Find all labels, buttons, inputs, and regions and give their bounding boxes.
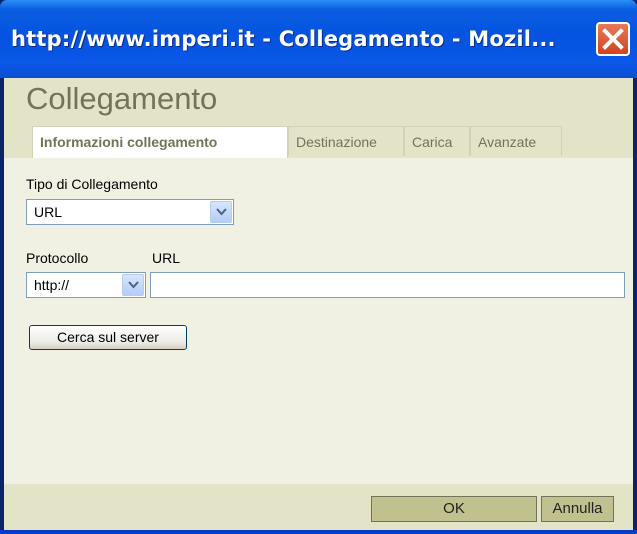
protocol-select[interactable]: http:// bbox=[26, 272, 146, 298]
browse-server-button[interactable]: Cerca sul server bbox=[29, 325, 187, 350]
chevron-down-icon bbox=[128, 281, 139, 289]
dialog-title: Collegamento bbox=[26, 81, 218, 116]
tab-carica[interactable]: Carica bbox=[404, 126, 470, 156]
dialog-content: Collegamento Informazioni collegamento D… bbox=[4, 78, 633, 530]
tab-informazioni-collegamento[interactable]: Informazioni collegamento bbox=[32, 126, 288, 158]
url-input[interactable] bbox=[150, 272, 625, 298]
browser-popup-window: http://www.imperi.it - Collegamento - Mo… bbox=[0, 0, 637, 534]
window-titlebar[interactable]: http://www.imperi.it - Collegamento - Mo… bbox=[0, 0, 637, 78]
protocol-dropdown-button[interactable] bbox=[122, 274, 144, 296]
dialog-header: Collegamento Informazioni collegamento D… bbox=[4, 78, 633, 158]
close-icon bbox=[602, 28, 624, 50]
dialog-footer: OK Annulla bbox=[4, 484, 633, 530]
window-frame-bottom bbox=[0, 530, 637, 534]
ok-button[interactable]: OK bbox=[371, 496, 537, 522]
cancel-button[interactable]: Annulla bbox=[541, 496, 614, 522]
tab-avanzate[interactable]: Avanzate bbox=[470, 126, 562, 156]
url-label: URL bbox=[152, 250, 181, 266]
window-title: http://www.imperi.it - Collegamento - Mo… bbox=[11, 27, 556, 51]
link-type-select[interactable]: URL bbox=[26, 199, 234, 225]
link-type-dropdown-button[interactable] bbox=[210, 201, 232, 223]
link-type-value: URL bbox=[34, 204, 63, 220]
link-type-label: Tipo di Collegamento bbox=[26, 176, 158, 192]
protocol-label: Protocollo bbox=[26, 250, 89, 266]
protocol-value: http:// bbox=[34, 277, 70, 293]
chevron-down-icon bbox=[216, 208, 227, 216]
window-close-button[interactable] bbox=[596, 22, 630, 56]
tab-destinazione[interactable]: Destinazione bbox=[288, 126, 404, 156]
